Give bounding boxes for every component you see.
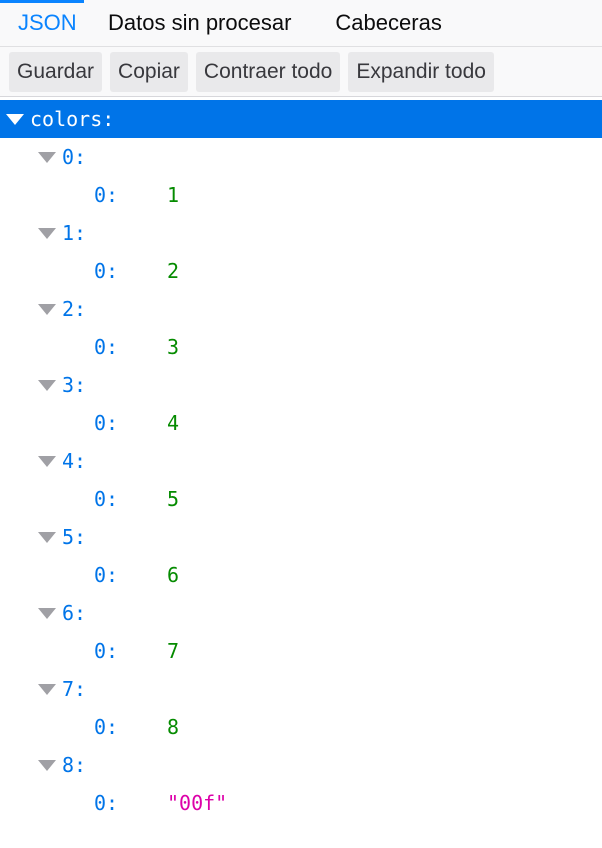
triangle-down-icon[interactable]	[38, 151, 56, 163]
tree-row-index[interactable]: 3:	[0, 366, 602, 404]
tree-row-value[interactable]: 0: 7	[0, 632, 602, 670]
tree-value: 4	[167, 411, 180, 435]
toolbar: Guardar Copiar Contraer todo Expandir to…	[0, 47, 602, 97]
tree-key: 7:	[62, 677, 87, 701]
tree-node: 8: 0: "00f"	[0, 746, 602, 822]
tab-json[interactable]: JSON	[0, 0, 84, 46]
tree-row-index[interactable]: 6:	[0, 594, 602, 632]
tree-key: 8:	[62, 753, 87, 777]
tree-node: 3: 0: 4	[0, 366, 602, 442]
tree-row-index[interactable]: 0:	[0, 138, 602, 176]
tree-key: 1:	[62, 221, 87, 245]
tree-row-index[interactable]: 7:	[0, 670, 602, 708]
tree-value: "00f"	[167, 791, 228, 815]
json-tree: colors: 0: 0: 1 1: 0: 2 2: 0: 3 3: 0: 4 4: 0: 5 5: 0: 6 6:…	[0, 100, 602, 822]
triangle-down-icon[interactable]	[38, 683, 56, 695]
tree-row-index[interactable]: 2:	[0, 290, 602, 328]
triangle-down-icon[interactable]	[6, 113, 24, 125]
tab-headers[interactable]: Cabeceras	[313, 0, 463, 46]
save-button[interactable]: Guardar	[9, 51, 103, 92]
tree-row-index[interactable]: 5:	[0, 518, 602, 556]
tree-value: 2	[167, 259, 180, 283]
tree-key: 0:	[94, 715, 119, 739]
tree-value: 1	[167, 183, 180, 207]
tree-node: 4: 0: 5	[0, 442, 602, 518]
triangle-down-icon[interactable]	[38, 531, 56, 543]
tree-row-colors[interactable]: colors:	[0, 100, 602, 138]
tree-row-value[interactable]: 0: "00f"	[0, 784, 602, 822]
triangle-down-icon[interactable]	[38, 379, 56, 391]
triangle-down-icon[interactable]	[38, 303, 56, 315]
tree-value: 5	[167, 487, 180, 511]
triangle-down-icon[interactable]	[38, 607, 56, 619]
tree-value: 8	[167, 715, 180, 739]
tree-node: 5: 0: 6	[0, 518, 602, 594]
tree-row-index[interactable]: 1:	[0, 214, 602, 252]
tree-node: 1: 0: 2	[0, 214, 602, 290]
tree-key: 3:	[62, 373, 87, 397]
tree-children: 0: 0: 1 1: 0: 2 2: 0: 3 3: 0: 4 4: 0: 5 5: 0: 6 6: 0: 7 7: 0: 8…	[0, 138, 602, 822]
tab-raw-data[interactable]: Datos sin procesar	[84, 0, 313, 46]
tree-key: 0:	[94, 639, 119, 663]
tree-key: 4:	[62, 449, 87, 473]
tree-key: 0:	[94, 335, 119, 359]
tree-key: 0:	[94, 183, 119, 207]
triangle-down-icon[interactable]	[38, 759, 56, 771]
tab-bar: JSON Datos sin procesar Cabeceras	[0, 0, 602, 47]
tree-key: 2:	[62, 297, 87, 321]
tree-row-value[interactable]: 0: 4	[0, 404, 602, 442]
tree-row-value[interactable]: 0: 8	[0, 708, 602, 746]
tree-row-value[interactable]: 0: 5	[0, 480, 602, 518]
copy-button[interactable]: Copiar	[110, 51, 188, 92]
tree-row-value[interactable]: 0: 3	[0, 328, 602, 366]
tree-key: 0:	[94, 411, 119, 435]
tree-row-index[interactable]: 4:	[0, 442, 602, 480]
tree-node: 2: 0: 3	[0, 290, 602, 366]
tree-value: 7	[167, 639, 180, 663]
tree-node: 7: 0: 8	[0, 670, 602, 746]
tree-row-value[interactable]: 0: 6	[0, 556, 602, 594]
tree-key: 0:	[62, 145, 87, 169]
tree-key: 6:	[62, 601, 87, 625]
tree-row-index[interactable]: 8:	[0, 746, 602, 784]
tree-key: 0:	[94, 563, 119, 587]
expand-all-button[interactable]: Expandir todo	[348, 51, 494, 92]
tree-row-value[interactable]: 0: 1	[0, 176, 602, 214]
tree-key: 0:	[94, 791, 119, 815]
tree-value: 3	[167, 335, 180, 359]
tree-key: 5:	[62, 525, 87, 549]
collapse-all-button[interactable]: Contraer todo	[195, 51, 341, 92]
tree-key: colors:	[30, 107, 115, 131]
triangle-down-icon[interactable]	[38, 227, 56, 239]
triangle-down-icon[interactable]	[38, 455, 56, 467]
tree-node: 0: 0: 1	[0, 138, 602, 214]
tree-value: 6	[167, 563, 180, 587]
tree-row-value[interactable]: 0: 2	[0, 252, 602, 290]
tree-node: 6: 0: 7	[0, 594, 602, 670]
tree-key: 0:	[94, 487, 119, 511]
tree-key: 0:	[94, 259, 119, 283]
